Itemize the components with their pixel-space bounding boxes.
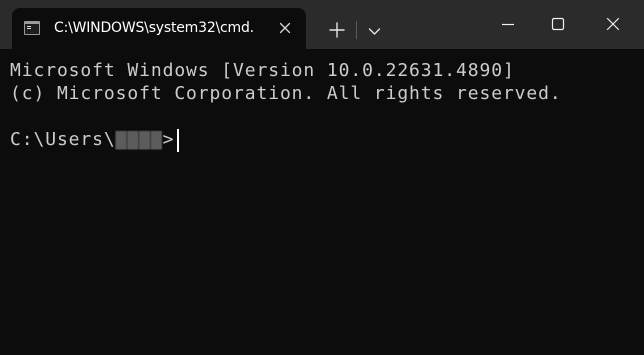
terminal-output[interactable]: Microsoft Windows [Version 10.0.22631.48…: [0, 49, 644, 355]
plus-icon: [329, 22, 345, 38]
version-line: Microsoft Windows [Version 10.0.22631.48…: [10, 60, 515, 81]
tab-cmd[interactable]: C:\WINDOWS\system32\cmd.: [12, 8, 306, 49]
close-window-button[interactable]: [590, 0, 636, 49]
tab-divider: [356, 21, 357, 39]
chevron-down-icon: [368, 28, 381, 35]
close-icon: [279, 22, 291, 34]
minimize-button[interactable]: [485, 0, 531, 49]
cmd-icon: [24, 21, 40, 35]
tab-dropdown-button[interactable]: [362, 18, 388, 44]
minimize-icon: [502, 23, 514, 26]
tab-close-button[interactable]: [276, 19, 294, 37]
copyright-line: (c) Microsoft Corporation. All rights re…: [10, 83, 562, 104]
new-tab-button[interactable]: [321, 14, 351, 44]
terminal-window: C:\WINDOWS\system32\cmd. Microsoft Windo…: [0, 0, 644, 355]
command-prompt: C:\Users\▇▇▇▇>: [10, 129, 174, 151]
title-bar[interactable]: C:\WINDOWS\system32\cmd.: [0, 0, 644, 49]
prompt-username-redacted: ▇▇▇▇: [115, 129, 163, 150]
maximize-button[interactable]: [535, 0, 581, 49]
prompt-suffix: >: [162, 129, 175, 150]
prompt-path: C:\Users\: [10, 129, 116, 150]
text-cursor: [177, 129, 179, 152]
maximize-icon: [551, 17, 565, 31]
close-icon: [606, 17, 620, 31]
tab-title: C:\WINDOWS\system32\cmd.: [54, 20, 254, 36]
